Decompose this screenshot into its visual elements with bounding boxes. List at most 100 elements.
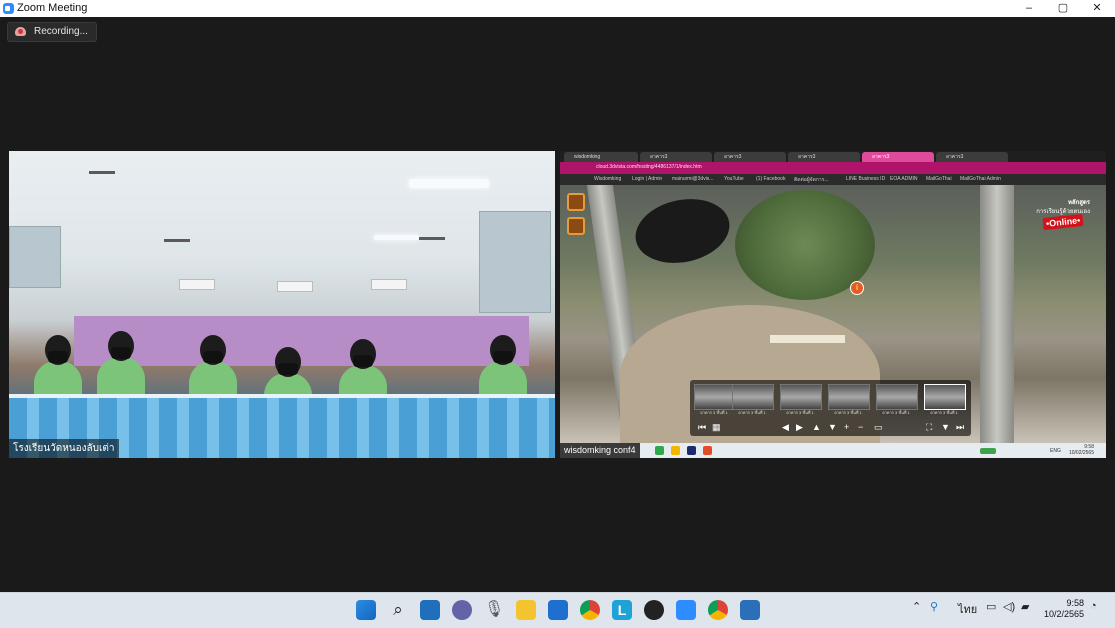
bench bbox=[770, 335, 845, 343]
bookmark-item[interactable]: ติดต่อผู้จัดการ... bbox=[794, 176, 829, 184]
bookmark-item[interactable]: LINE Business ID bbox=[846, 176, 885, 182]
panorama-thumbnail[interactable] bbox=[876, 384, 918, 410]
thumbnail-label: อาคาร 3 ชั้นที่ 1 bbox=[786, 410, 814, 415]
arrow-right-icon[interactable]: ▶ bbox=[796, 422, 803, 433]
accessibility-icon[interactable]: ⚲ bbox=[930, 600, 938, 613]
bookmark-item[interactable]: Login | Admin bbox=[632, 176, 662, 182]
window-title: Zoom Meeting bbox=[17, 2, 88, 14]
video-tile-classroom[interactable]: โรงเรียนวัดหนองลับเต่า bbox=[9, 151, 555, 458]
home-icon[interactable] bbox=[567, 193, 585, 211]
ceiling-fan bbox=[164, 239, 190, 242]
app-icon bbox=[655, 446, 664, 455]
file-explorer-icon[interactable] bbox=[516, 600, 536, 620]
zoom-in-icon[interactable]: + bbox=[844, 422, 849, 432]
bookmark-item[interactable]: Wisdomking bbox=[594, 176, 621, 182]
recording-indicator[interactable]: Recording... bbox=[7, 22, 97, 42]
clock-time: 9:58 bbox=[1066, 598, 1084, 608]
browser-address-bar[interactable]: cloud.3dvista.com/hosting/4486137/1/inde… bbox=[560, 162, 1106, 174]
browser-tab-bar: wisdomking อาคาร3 อาคาร3 อาคาร3 อาคาร3 อ… bbox=[560, 151, 1106, 162]
inner-clock: 9:58 10/02/2565 bbox=[1069, 444, 1094, 456]
map-icon[interactable] bbox=[567, 217, 585, 235]
bookmark-item[interactable]: MailGoThai bbox=[926, 176, 952, 182]
rewind-icon[interactable]: ⏮ bbox=[698, 422, 706, 433]
network-icon[interactable]: ▭ bbox=[986, 600, 996, 613]
air-conditioner bbox=[371, 279, 407, 290]
hide-icon[interactable]: ▼ bbox=[941, 422, 950, 432]
inner-date: 10/02/2565 bbox=[1068, 450, 1094, 456]
fast-forward-icon[interactable]: ⏭ bbox=[956, 422, 964, 433]
browser-url[interactable]: cloud.3dvista.com/hosting/4486137/1/inde… bbox=[596, 164, 702, 170]
panorama-thumbnail[interactable] bbox=[780, 384, 822, 410]
bookmark-item[interactable]: mainurmi@3dvis... bbox=[672, 176, 713, 182]
participant-name-tag: โรงเรียนวัดหนองลับเต่า bbox=[9, 439, 119, 458]
folder-icon bbox=[671, 446, 680, 455]
panorama-thumbnail-active[interactable] bbox=[924, 384, 966, 410]
hanging-sign bbox=[629, 190, 736, 272]
thumbnail-label: อาคาร 3 ชั้นที่ 1 bbox=[882, 410, 910, 415]
app-icon bbox=[687, 446, 696, 455]
panorama-thumbnail[interactable] bbox=[694, 384, 736, 410]
browser-tab[interactable]: wisdomking bbox=[564, 152, 638, 162]
recording-label: Recording... bbox=[34, 26, 88, 37]
ceiling-fan bbox=[89, 171, 115, 174]
mail-icon[interactable] bbox=[548, 600, 568, 620]
air-conditioner bbox=[277, 281, 313, 292]
online-pill: •Online• bbox=[1042, 213, 1084, 231]
chrome-profile-icon[interactable] bbox=[708, 600, 728, 620]
ceiling-light bbox=[409, 179, 489, 188]
thumbnail-label: อาคาร 3 ชั้นที่ 1 bbox=[834, 410, 862, 415]
thumbnail-label: อาคาร 3 ชั้นที่ 1 bbox=[738, 410, 766, 415]
arrow-left-icon[interactable]: ◀ bbox=[782, 422, 789, 433]
ceiling-light bbox=[374, 235, 419, 240]
close-button[interactable]: ✕ bbox=[1080, 0, 1114, 17]
info-hotspot-icon[interactable]: i bbox=[850, 281, 864, 295]
teams-chat-icon[interactable] bbox=[452, 600, 472, 620]
title-bar: Zoom Meeting – ▢ ✕ bbox=[0, 0, 1115, 17]
browser-tab[interactable]: อาคาร3 bbox=[936, 152, 1008, 162]
maximize-button[interactable]: ▢ bbox=[1046, 0, 1080, 17]
zoom-out-icon[interactable]: − bbox=[858, 422, 863, 432]
start-icon[interactable] bbox=[356, 600, 376, 620]
bookmark-item[interactable]: (1) Facebook bbox=[756, 176, 785, 182]
browser-tab[interactable]: อาคาร3 bbox=[640, 152, 712, 162]
recording-cloud-icon bbox=[15, 27, 26, 36]
pillar bbox=[980, 185, 1014, 443]
vr-icon[interactable]: ▭ bbox=[874, 422, 883, 433]
zoom-app-icon bbox=[3, 3, 14, 14]
panorama-thumbnail[interactable] bbox=[732, 384, 774, 410]
fullscreen-icon[interactable]: ⛶ bbox=[926, 422, 932, 433]
video-tile-screen-share[interactable]: wisdomking อาคาร3 อาคาร3 อาคาร3 อาคาร3 อ… bbox=[560, 151, 1106, 458]
task-view-icon[interactable] bbox=[420, 600, 440, 620]
browser-tab-active[interactable]: อาคาร3 bbox=[862, 152, 934, 162]
system-clock[interactable]: 9:58 10/2/2565 bbox=[1038, 598, 1084, 620]
browser-tab[interactable]: อาคาร3 bbox=[714, 152, 786, 162]
panorama-thumbnail[interactable] bbox=[828, 384, 870, 410]
search-icon[interactable]: ⌕ bbox=[388, 600, 408, 620]
volume-icon[interactable]: ◁) bbox=[1003, 600, 1015, 613]
app-icon bbox=[703, 446, 712, 455]
language-indicator[interactable]: ไทย bbox=[958, 600, 977, 618]
browser-tab[interactable]: อาคาร3 bbox=[788, 152, 860, 162]
arrow-up-icon[interactable]: ▲ bbox=[812, 422, 821, 432]
microphone-icon[interactable]: 🎙 bbox=[484, 600, 504, 620]
zoom-taskbar-icon[interactable] bbox=[676, 600, 696, 620]
participant-name-tag: wisdomking conf4 bbox=[560, 443, 640, 458]
bookmark-item[interactable]: YouTube bbox=[724, 176, 744, 182]
grid-icon[interactable]: ▦ bbox=[712, 422, 721, 433]
inner-lang: ENG bbox=[1050, 448, 1061, 454]
battery-icon[interactable]: ▰ bbox=[1021, 600, 1029, 613]
obs-icon[interactable] bbox=[644, 600, 664, 620]
chrome-icon[interactable] bbox=[580, 600, 600, 620]
line-app-icon[interactable]: L bbox=[612, 600, 632, 620]
bookmark-item[interactable]: EOA ADMIN bbox=[890, 176, 918, 182]
window bbox=[479, 211, 551, 313]
minimize-button[interactable]: – bbox=[1012, 0, 1046, 17]
chevron-up-icon[interactable]: ⌃ bbox=[912, 600, 921, 613]
arrow-down-icon[interactable]: ▼ bbox=[828, 422, 837, 432]
clock-date: 10/2/2565 bbox=[1043, 609, 1084, 619]
ceiling-fan bbox=[419, 237, 445, 240]
notepad-icon[interactable] bbox=[740, 600, 760, 620]
online-course-badge: หลักสูตร การเรียนรู้ด้วยตนเอง •Online• bbox=[1036, 197, 1090, 231]
notification-icon[interactable]: ◔ bbox=[1090, 600, 1097, 612]
bookmark-item[interactable]: MailGoThai Admin bbox=[960, 176, 1001, 182]
